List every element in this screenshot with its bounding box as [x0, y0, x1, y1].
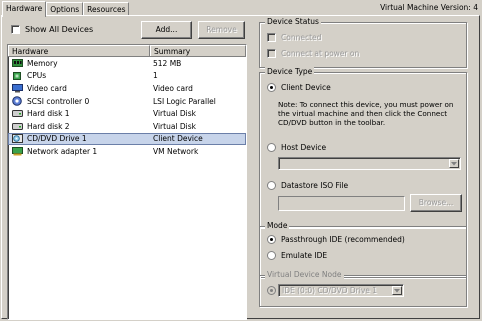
device-status-group: Device Status Connected Connect at power…	[259, 17, 467, 68]
device-status-title: Device Status	[265, 17, 321, 26]
hardware-name: CD/DVD Drive 1	[27, 134, 87, 144]
hardware-name: Hard disk 1	[27, 109, 70, 119]
hardware-summary: Virtual Disk	[153, 121, 197, 131]
checkbox-box[interactable]	[11, 25, 20, 34]
hardware-summary: VM Network	[153, 146, 199, 156]
radio-button[interactable]	[267, 143, 276, 152]
hardware-row-cd-dvd-drive-1[interactable]: CD/DVD Drive 1 Client Device	[8, 132, 246, 146]
hardware-row-network-adapter-1[interactable]: Network adapter 1 VM Network	[8, 145, 246, 158]
cpu-icon	[11, 71, 23, 81]
tab-strip: Hardware Options Resources	[2, 1, 130, 17]
checkbox-box[interactable]	[267, 49, 276, 58]
radio-button[interactable]	[267, 251, 276, 260]
hardware-name: Hard disk 2	[27, 121, 70, 131]
column-header-hardware[interactable]: Hardware	[8, 45, 150, 56]
client-device-radio[interactable]: Client Device	[267, 83, 331, 92]
connected-checkbox[interactable]: Connected	[267, 33, 321, 42]
show-all-devices-checkbox[interactable]: Show All Devices	[11, 25, 93, 34]
host-device-dropdown[interactable]	[278, 157, 461, 170]
tab-options[interactable]: Options	[46, 2, 84, 16]
hardware-name: SCSI controller 0	[27, 96, 90, 106]
hardware-name: Memory	[27, 58, 58, 68]
memory-icon	[11, 58, 23, 68]
datastore-iso-file-radio[interactable]: Datastore ISO File	[267, 181, 348, 190]
datastore-iso-file-label: Datastore ISO File	[281, 181, 349, 190]
hardware-name: Network adapter 1	[27, 146, 98, 156]
hardware-row-memory[interactable]: Memory 512 MB	[8, 57, 246, 70]
hardware-summary: Client Device	[153, 134, 203, 144]
virtual-device-node-radio[interactable]	[267, 286, 276, 295]
chevron-down-icon[interactable]	[392, 286, 402, 295]
virtual-device-node-title: Virtual Device Node	[265, 270, 344, 279]
hardware-tab-page: Show All Devices Add... Remove Hardware …	[1, 15, 480, 320]
vm-version-label: Virtual Machine Version: 4	[380, 3, 478, 12]
hardware-name: CPUs	[27, 71, 47, 81]
hardware-row-scsi-controller[interactable]: SCSI controller 0 LSI Logic Parallel	[8, 95, 246, 108]
cd-dvd-drive-icon	[11, 134, 23, 144]
device-type-title: Device Type	[265, 67, 315, 76]
hardware-row-hard-disk-1[interactable]: Hard disk 1 Virtual Disk	[8, 107, 246, 120]
hardware-row-video-card[interactable]: Video card Video card	[8, 82, 246, 95]
hardware-list-header: Hardware Summary	[8, 45, 246, 57]
hard-disk-icon	[11, 109, 23, 119]
radio-button[interactable]	[267, 181, 276, 190]
tab-hardware[interactable]: Hardware	[2, 1, 47, 17]
hardware-list[interactable]: Hardware Summary Memory 512 MB CPUs 1 Vi…	[7, 44, 247, 320]
hardware-summary: 1	[153, 71, 158, 81]
tab-resources[interactable]: Resources	[83, 2, 130, 16]
emulate-ide-radio[interactable]: Emulate IDE	[267, 251, 327, 260]
connect-at-power-on-checkbox[interactable]: Connect at power on	[267, 49, 359, 58]
emulate-ide-label: Emulate IDE	[281, 251, 328, 260]
host-device-radio[interactable]: Host Device	[267, 143, 326, 152]
chevron-down-icon[interactable]	[449, 159, 459, 168]
add-button[interactable]: Add...	[141, 21, 192, 39]
hardware-row-hard-disk-2[interactable]: Hard disk 2 Virtual Disk	[8, 120, 246, 133]
hardware-summary: Virtual Disk	[153, 109, 197, 119]
radio-button[interactable]	[267, 286, 276, 295]
host-device-label: Host Device	[281, 143, 327, 152]
radio-button[interactable]	[267, 235, 276, 244]
hardware-name: Video card	[27, 83, 67, 93]
virtual-device-node-value: IDE (0:0) CD/DVD Drive 1	[282, 286, 378, 295]
hard-disk-icon	[11, 121, 23, 131]
scsi-controller-icon	[11, 96, 23, 106]
mode-title: Mode	[265, 221, 290, 230]
virtual-device-node-dropdown[interactable]: IDE (0:0) CD/DVD Drive 1	[278, 284, 404, 297]
show-all-devices-label: Show All Devices	[25, 25, 94, 34]
hardware-row-cpus[interactable]: CPUs 1	[8, 70, 246, 83]
datastore-iso-path-field[interactable]	[278, 196, 405, 211]
hardware-summary: Video card	[153, 83, 193, 93]
remove-button[interactable]: Remove	[198, 21, 245, 39]
hardware-summary: 512 MB	[153, 58, 182, 68]
hardware-summary: LSI Logic Parallel	[153, 96, 216, 106]
browse-button[interactable]: Browse...	[410, 194, 462, 212]
client-device-label: Client Device	[281, 83, 331, 92]
device-type-group: Device Type Client Device Note: To conne…	[259, 67, 467, 228]
virtual-device-node-group: Virtual Device Node IDE (0:0) CD/DVD Dri…	[259, 270, 467, 307]
connect-at-power-on-label: Connect at power on	[281, 49, 360, 58]
passthrough-ide-radio[interactable]: Passthrough IDE (recommended)	[267, 235, 405, 244]
radio-button[interactable]	[267, 83, 276, 92]
passthrough-ide-label: Passthrough IDE (recommended)	[281, 235, 405, 244]
checkbox-box[interactable]	[267, 33, 276, 42]
column-header-summary[interactable]: Summary	[150, 45, 246, 56]
client-device-note: Note: To connect this device, you must p…	[278, 100, 454, 127]
video-card-icon	[11, 83, 23, 93]
connected-label: Connected	[281, 33, 322, 42]
network-adapter-icon	[11, 146, 23, 156]
